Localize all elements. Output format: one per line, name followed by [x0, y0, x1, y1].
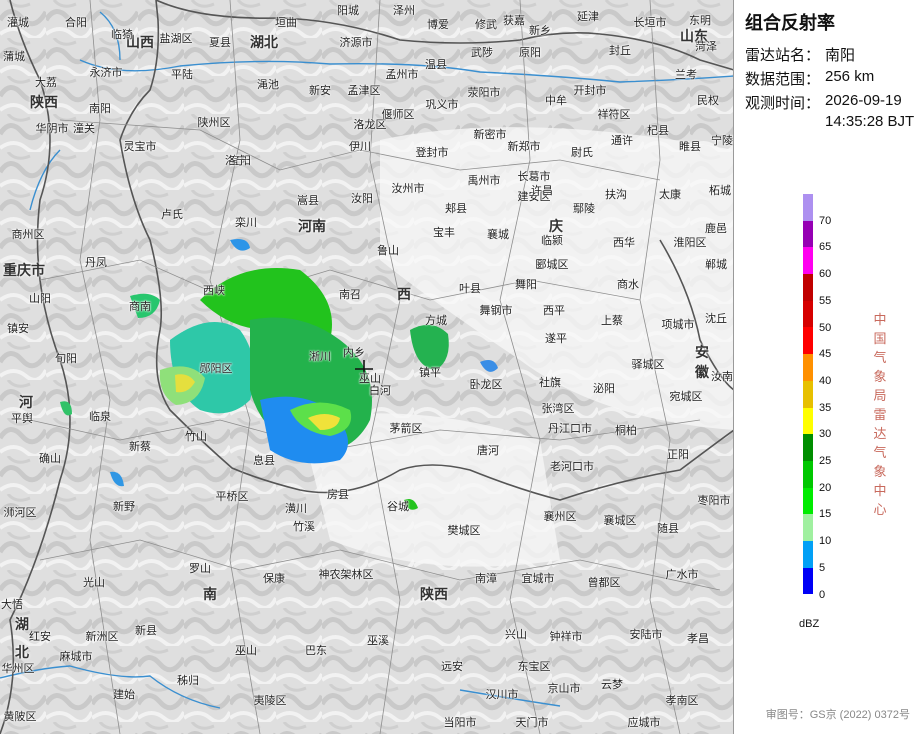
legend-swatch — [803, 514, 813, 541]
legend-swatch — [803, 327, 813, 355]
legend-tick-label: 0 — [819, 588, 826, 601]
legend-tick-label: 30 — [819, 428, 832, 441]
legend-swatch — [803, 300, 813, 328]
legend-tick-label: 5 — [819, 561, 826, 574]
legend-unit: dBZ — [799, 618, 820, 630]
legend-swatch — [803, 354, 813, 381]
legend-swatch — [803, 540, 813, 568]
legend-tick-label: 35 — [819, 401, 832, 414]
legend-swatch — [803, 567, 813, 595]
station-label: 雷达站名： — [745, 47, 821, 64]
legend-swatch — [803, 487, 813, 515]
legend-tick-label: 10 — [819, 535, 832, 548]
legend-tick-label: 60 — [819, 268, 832, 281]
legend-tick-label: 70 — [819, 214, 832, 227]
time-date: 2026-09-19 — [825, 92, 902, 109]
time-clock: 14:35:28 BJT — [825, 113, 915, 130]
time-label: 观测时间： — [745, 95, 821, 112]
legend-tick-label: 20 — [819, 481, 832, 494]
range-value: 256 km — [825, 68, 875, 85]
legend-tick-label: 45 — [819, 348, 832, 361]
legend-swatch — [803, 407, 813, 435]
legend-swatch — [803, 247, 813, 275]
legend-color-bar — [803, 194, 813, 595]
legend-swatch — [803, 380, 813, 408]
range-label: 数据范围： — [745, 71, 821, 88]
product-title: 组合反射率 — [745, 13, 835, 33]
legend-swatch — [803, 274, 813, 301]
legend-swatch — [803, 434, 813, 461]
map-canvas — [0, 0, 733, 734]
legend-tick-label: 40 — [819, 374, 832, 387]
legend-tick-label: 65 — [819, 241, 832, 254]
legend-tick-label: 25 — [819, 455, 832, 467]
legend-swatch — [803, 460, 813, 488]
radar-map[interactable]: 山西 山东 陕西 河南 安徽 湖北 重庆市 西 河 南 陕西 湖 北 庆 灌城合… — [0, 0, 734, 734]
station-value: 南阳 — [825, 47, 856, 64]
legend-tick-label: 50 — [819, 321, 832, 334]
map-review-number: 审图号：GS京 (2022) 0372号 — [765, 709, 910, 721]
legend-swatch — [803, 194, 813, 221]
legend-tick-label: 15 — [819, 508, 832, 521]
source-label: 中国气象局雷达气象中心 — [873, 312, 887, 517]
legend-tick-label: 55 — [819, 294, 832, 307]
info-panel: 组合反射率 雷达站名： 南阳 数据范围： 256 km 观测时间： 2026-0… — [735, 0, 924, 734]
legend-swatch — [803, 220, 813, 248]
